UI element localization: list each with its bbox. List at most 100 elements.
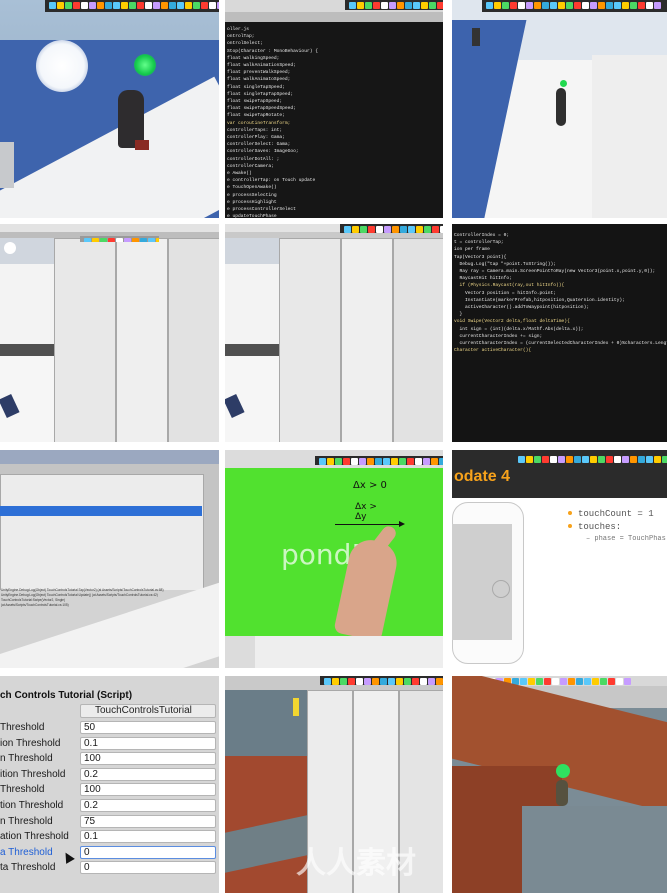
toolbar-icon[interactable] bbox=[550, 456, 557, 463]
toolbar-icon[interactable] bbox=[510, 2, 517, 9]
toolbar-icon[interactable] bbox=[121, 2, 128, 9]
toolbar-icon[interactable] bbox=[413, 2, 420, 9]
toolbar-icon[interactable] bbox=[217, 2, 219, 9]
toolbar-icon[interactable] bbox=[113, 2, 120, 9]
thumbnail-unity-editor-2[interactable] bbox=[225, 224, 443, 442]
toolbar-icon[interactable] bbox=[528, 678, 535, 685]
toolbar-icon[interactable] bbox=[494, 2, 501, 9]
toolbar-icon[interactable] bbox=[432, 226, 439, 233]
toolbar-icon[interactable] bbox=[421, 2, 428, 9]
threshold-input[interactable]: 50 bbox=[80, 721, 216, 734]
toolbar-icon[interactable] bbox=[397, 2, 404, 9]
thumbnail-inspector-panel[interactable]: ch Controls Tutorial (Script) TouchContr… bbox=[0, 676, 219, 893]
toolbar-icon[interactable] bbox=[576, 678, 583, 685]
toolbar-icon[interactable] bbox=[439, 458, 443, 465]
toolbar-icon[interactable] bbox=[193, 2, 200, 9]
toolbar-icon[interactable] bbox=[408, 226, 415, 233]
toolbar-icon[interactable] bbox=[384, 226, 391, 233]
toolbar-icon[interactable] bbox=[638, 2, 645, 9]
toolbar-icon[interactable] bbox=[606, 456, 613, 463]
threshold-input[interactable]: 0.2 bbox=[80, 767, 216, 781]
thumbnail-unity-editor-1[interactable] bbox=[0, 224, 219, 442]
toolbar-icon[interactable] bbox=[324, 678, 331, 685]
toolbar-icon[interactable] bbox=[73, 2, 80, 9]
toolbar-icon[interactable] bbox=[156, 238, 159, 242]
toolbar-icon[interactable] bbox=[129, 2, 136, 9]
toolbar-icon[interactable] bbox=[201, 2, 208, 9]
toolbar-icon[interactable] bbox=[148, 238, 155, 242]
toolbar-icon[interactable] bbox=[518, 456, 525, 463]
toolbar-icon[interactable] bbox=[405, 2, 412, 9]
toolbar-icon[interactable] bbox=[365, 2, 372, 9]
threshold-input[interactable]: 0 bbox=[80, 861, 216, 875]
toolbar-icon[interactable] bbox=[124, 238, 131, 242]
toolbar-icon[interactable] bbox=[622, 2, 629, 9]
toolbar-icon[interactable] bbox=[590, 2, 597, 9]
toolbar-icon[interactable] bbox=[536, 678, 543, 685]
toolbar-icon[interactable] bbox=[608, 678, 615, 685]
threshold-input[interactable]: 0.1 bbox=[80, 736, 216, 750]
toolbar-icon[interactable] bbox=[396, 678, 403, 685]
thumbnail-scene-view-3[interactable] bbox=[452, 676, 667, 893]
threshold-input[interactable]: 0.1 bbox=[80, 830, 216, 844]
toolbar-icon[interactable] bbox=[590, 456, 597, 463]
toolbar-icon[interactable] bbox=[416, 226, 423, 233]
toolbar-icon[interactable] bbox=[584, 678, 591, 685]
toolbar-icon[interactable] bbox=[542, 2, 549, 9]
toolbar-icon[interactable] bbox=[404, 678, 411, 685]
toolbar-icon[interactable] bbox=[407, 458, 414, 465]
toolbar-icon[interactable] bbox=[654, 456, 661, 463]
toolbar-icon[interactable] bbox=[360, 226, 367, 233]
toolbar-icon[interactable] bbox=[534, 2, 541, 9]
threshold-input[interactable]: 0 bbox=[80, 845, 216, 859]
threshold-input[interactable]: 0.2 bbox=[80, 799, 216, 812]
toolbar-icon[interactable] bbox=[638, 456, 645, 463]
toolbar-icon[interactable] bbox=[161, 2, 168, 9]
toolbar-icon[interactable] bbox=[552, 678, 559, 685]
toolbar-icon[interactable] bbox=[343, 458, 350, 465]
toolbar-icon[interactable] bbox=[351, 458, 358, 465]
toolbar-icon[interactable] bbox=[352, 226, 359, 233]
toolbar-icon[interactable] bbox=[437, 2, 443, 9]
toolbar-icon[interactable] bbox=[544, 678, 551, 685]
toolbar-icon[interactable] bbox=[348, 678, 355, 685]
toolbar-icon[interactable] bbox=[598, 456, 605, 463]
thumbnail-swipe-gesture-video[interactable]: Δx > 0 Δx > Δy pond5 bbox=[225, 450, 443, 668]
toolbar-icon[interactable] bbox=[424, 226, 431, 233]
toolbar-icon[interactable] bbox=[646, 2, 653, 9]
toolbar-icon[interactable] bbox=[630, 456, 637, 463]
toolbar-icon[interactable] bbox=[97, 2, 104, 9]
toolbar-icon[interactable] bbox=[486, 2, 493, 9]
toolbar-icon[interactable] bbox=[428, 678, 435, 685]
toolbar-icon[interactable] bbox=[630, 2, 637, 9]
toolbar-icon[interactable] bbox=[209, 2, 216, 9]
toolbar-icon[interactable] bbox=[169, 2, 176, 9]
toolbar-icon[interactable] bbox=[388, 678, 395, 685]
toolbar-icon[interactable] bbox=[662, 456, 667, 463]
toolbar-icon[interactable] bbox=[558, 456, 565, 463]
toolbar-icon[interactable] bbox=[392, 226, 399, 233]
toolbar-icon[interactable] bbox=[420, 678, 427, 685]
threshold-input[interactable]: 75 bbox=[80, 814, 216, 828]
toolbar-icon[interactable] bbox=[356, 678, 363, 685]
toolbar-icon[interactable] bbox=[574, 2, 581, 9]
toolbar-icon[interactable] bbox=[373, 2, 380, 9]
toolbar-icon[interactable] bbox=[566, 456, 573, 463]
toolbar-icon[interactable] bbox=[616, 678, 623, 685]
toolbar-icon[interactable] bbox=[574, 456, 581, 463]
toolbar-icon[interactable] bbox=[357, 2, 364, 9]
toolbar-icon[interactable] bbox=[614, 456, 621, 463]
toolbar-icon[interactable] bbox=[534, 456, 541, 463]
toolbar-icon[interactable] bbox=[132, 238, 139, 242]
toolbar-icon[interactable] bbox=[140, 238, 147, 242]
toolbar-icon[interactable] bbox=[429, 2, 436, 9]
toolbar-icon[interactable] bbox=[137, 2, 144, 9]
toolbar-icon[interactable] bbox=[108, 238, 115, 242]
toolbar-icon[interactable] bbox=[364, 678, 371, 685]
toolbar-icon[interactable] bbox=[389, 2, 396, 9]
toolbar-icon[interactable] bbox=[376, 226, 383, 233]
toolbar-icon[interactable] bbox=[100, 238, 107, 242]
toolbar-icon[interactable] bbox=[412, 678, 419, 685]
toolbar-icon[interactable] bbox=[606, 2, 613, 9]
toolbar-icon[interactable] bbox=[185, 2, 192, 9]
